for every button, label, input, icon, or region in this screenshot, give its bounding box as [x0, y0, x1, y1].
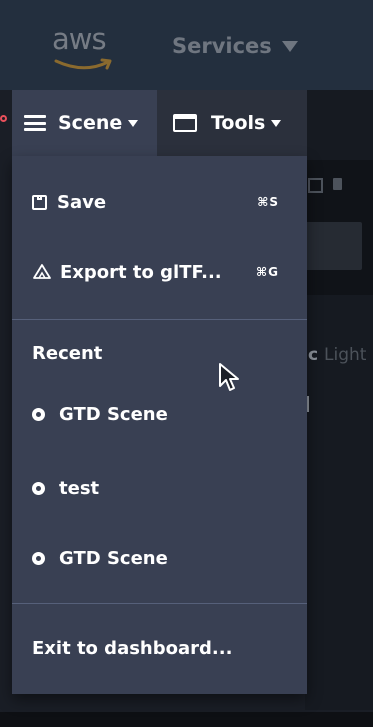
scene-icon [32, 407, 45, 421]
chevron-down-icon [271, 119, 282, 127]
background-light-label: c Light [308, 345, 366, 365]
aws-logo-text: aws [52, 22, 107, 56]
save-shortcut: ⌘S [257, 195, 279, 209]
services-menu-button[interactable]: Services [172, 34, 298, 58]
anchor-dot-icon [0, 115, 7, 122]
caret-down-icon [281, 40, 298, 52]
app-viewport: aws Services c Light Scene Tools Save ⌘S… [0, 0, 373, 727]
copy-icon[interactable] [308, 178, 323, 193]
scene-menu-label: Scene [58, 112, 123, 134]
aws-logo[interactable]: aws [46, 18, 118, 70]
menu-item-save-label: Save [57, 191, 107, 213]
recent-item[interactable]: test [12, 466, 307, 510]
tools-menu-label: Tools [211, 112, 266, 134]
save-icon [32, 194, 47, 210]
chevron-down-icon [128, 119, 139, 127]
aws-top-nav: aws Services [0, 0, 373, 90]
scene-dropdown-menu: Save ⌘S Export to glTF... ⌘G Recent GTD … [12, 156, 307, 694]
recent-heading: Recent [32, 343, 103, 364]
tools-menu-button[interactable]: Tools [157, 90, 307, 156]
trash-icon[interactable] [333, 178, 342, 190]
menu-item-export-gltf[interactable]: Export to glTF... ⌘G [12, 250, 307, 294]
menu-divider [12, 603, 307, 604]
scene-menu-button[interactable]: Scene [12, 90, 157, 156]
aws-smile-icon [54, 58, 112, 70]
recent-item-label: test [59, 477, 100, 499]
export-shortcut: ⌘G [256, 265, 279, 279]
bottom-edge-bar [0, 712, 373, 727]
menu-item-exit-label: Exit to dashboard... [32, 637, 233, 659]
background-light-bold: c [308, 345, 319, 365]
hamburger-icon [24, 115, 46, 131]
recent-item-label: GTD Scene [59, 403, 168, 425]
recent-item[interactable]: GTD Scene [12, 536, 307, 580]
scene-menubar: Scene Tools [12, 90, 312, 156]
mouse-pointer-icon [219, 363, 239, 391]
menu-item-export-label: Export to glTF... [60, 261, 222, 283]
menu-item-exit-dashboard[interactable]: Exit to dashboard... [12, 626, 307, 670]
window-icon [173, 114, 197, 132]
background-input-box[interactable] [300, 222, 362, 270]
menu-item-save[interactable]: Save ⌘S [12, 180, 307, 224]
scene-icon [32, 481, 45, 495]
recent-item-label: GTD Scene [59, 547, 168, 569]
menu-divider [12, 319, 307, 320]
background-icon-group [308, 178, 342, 193]
scene-icon [32, 551, 45, 565]
recent-item[interactable]: GTD Scene [12, 392, 307, 436]
services-label: Services [172, 34, 272, 58]
background-light-dim: Light [324, 345, 367, 365]
export-icon [33, 264, 51, 279]
